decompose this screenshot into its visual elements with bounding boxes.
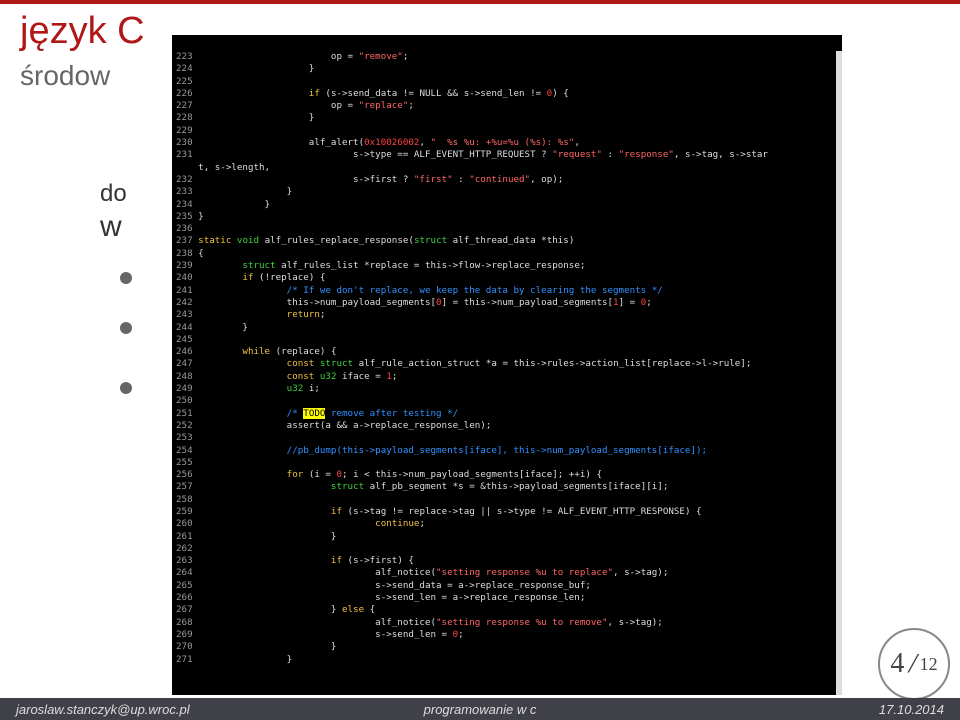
terminal-window[interactable]: 223 op = "remove"; 224 } 225 226 if (s->…	[172, 35, 842, 695]
slide-body-fragment-2: w	[100, 210, 122, 244]
bullet-icon	[120, 382, 132, 394]
page-number-badge: 4 / 12	[878, 628, 950, 700]
slide-title-partial: język C	[20, 10, 145, 53]
bullet-icon	[120, 322, 132, 334]
slide-footer: jaroslaw.stanczyk@up.wroc.pl programowan…	[0, 698, 960, 720]
page-total: 12	[920, 654, 938, 675]
slide-subtitle-partial: środow	[20, 60, 110, 92]
terminal-code-area[interactable]: 223 op = "remove"; 224 } 225 226 if (s->…	[172, 35, 842, 670]
bullet-icon	[120, 272, 132, 284]
slide-body-fragment-1: do	[100, 180, 127, 208]
top-accent-bar	[0, 0, 960, 4]
terminal-scrollbar[interactable]	[836, 51, 842, 695]
footer-course: programowanie w c	[0, 702, 960, 717]
